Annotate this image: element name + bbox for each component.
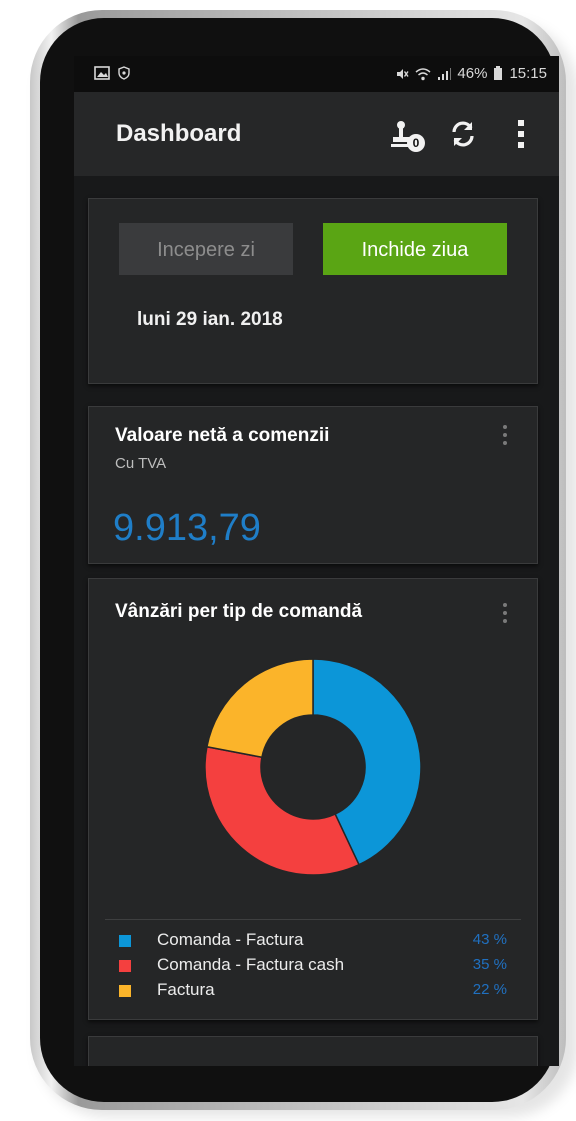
legend-swatch bbox=[119, 935, 131, 947]
legend-divider bbox=[105, 919, 521, 920]
legend-swatch bbox=[119, 960, 131, 972]
battery-icon bbox=[494, 66, 503, 80]
status-bar: 46% 15:15 bbox=[74, 56, 559, 92]
net-value-card: Valoare netă a comenzii Cu TVA 9.913,79 bbox=[88, 406, 538, 564]
shield-icon bbox=[118, 66, 130, 80]
page-title: Dashboard bbox=[116, 120, 242, 147]
app-bar: Dashboard 0 bbox=[74, 92, 559, 176]
legend-swatch bbox=[119, 985, 131, 997]
legend-percent: 35 % bbox=[472, 956, 507, 973]
gallery-icon bbox=[94, 66, 110, 80]
current-date: luni 29 ian. 2018 bbox=[137, 309, 283, 330]
more-vert-icon bbox=[518, 120, 524, 148]
status-left-icons bbox=[94, 66, 130, 80]
legend-item[interactable]: Comanda - Factura 43 % bbox=[119, 929, 507, 953]
legend-label: Comanda - Factura bbox=[157, 930, 304, 949]
battery-percent: 46% bbox=[457, 65, 488, 82]
donut-slice-3[interactable] bbox=[206, 658, 314, 759]
status-right: 46% 15:15 bbox=[395, 65, 547, 82]
refresh-button[interactable] bbox=[443, 114, 483, 154]
donut-slice-2[interactable] bbox=[204, 745, 360, 876]
legend-label: Factura bbox=[157, 980, 215, 999]
status-time: 15:15 bbox=[509, 65, 547, 82]
signal-icon bbox=[438, 67, 452, 80]
sales-card: Vânzări per tip de comandă Comanda - Fac… bbox=[88, 578, 538, 1020]
next-card bbox=[88, 1036, 538, 1066]
stamp-count-badge: 0 bbox=[407, 134, 425, 152]
legend-percent: 22 % bbox=[472, 981, 507, 998]
more-options-button[interactable] bbox=[501, 114, 541, 154]
stamp-button[interactable]: 0 bbox=[385, 114, 425, 154]
net-value-title: Valoare netă a comenzii bbox=[115, 425, 330, 446]
legend-item[interactable]: Factura 22 % bbox=[119, 979, 507, 1003]
day-card: Incepere zi Inchide ziua luni 29 ian. 20… bbox=[88, 198, 538, 384]
legend-label: Comanda - Factura cash bbox=[157, 955, 345, 974]
legend-percent: 43 % bbox=[472, 931, 507, 948]
wifi-icon bbox=[415, 67, 431, 80]
app-screen: 46% 15:15 Dashboard 0 Incepere zi Inchid… bbox=[74, 56, 559, 1066]
net-value-amount: 9.913,79 bbox=[113, 507, 261, 549]
net-value-subtitle: Cu TVA bbox=[115, 455, 167, 472]
legend-item[interactable]: Comanda - Factura cash 35 % bbox=[119, 954, 507, 978]
net-value-menu-icon[interactable] bbox=[503, 425, 507, 449]
refresh-icon bbox=[452, 121, 474, 147]
start-day-button[interactable]: Incepere zi bbox=[119, 223, 293, 275]
mute-icon bbox=[397, 68, 409, 79]
app-bar-actions: 0 bbox=[385, 114, 541, 154]
close-day-button[interactable]: Inchide ziua bbox=[323, 223, 507, 275]
donut-chart bbox=[204, 658, 422, 876]
